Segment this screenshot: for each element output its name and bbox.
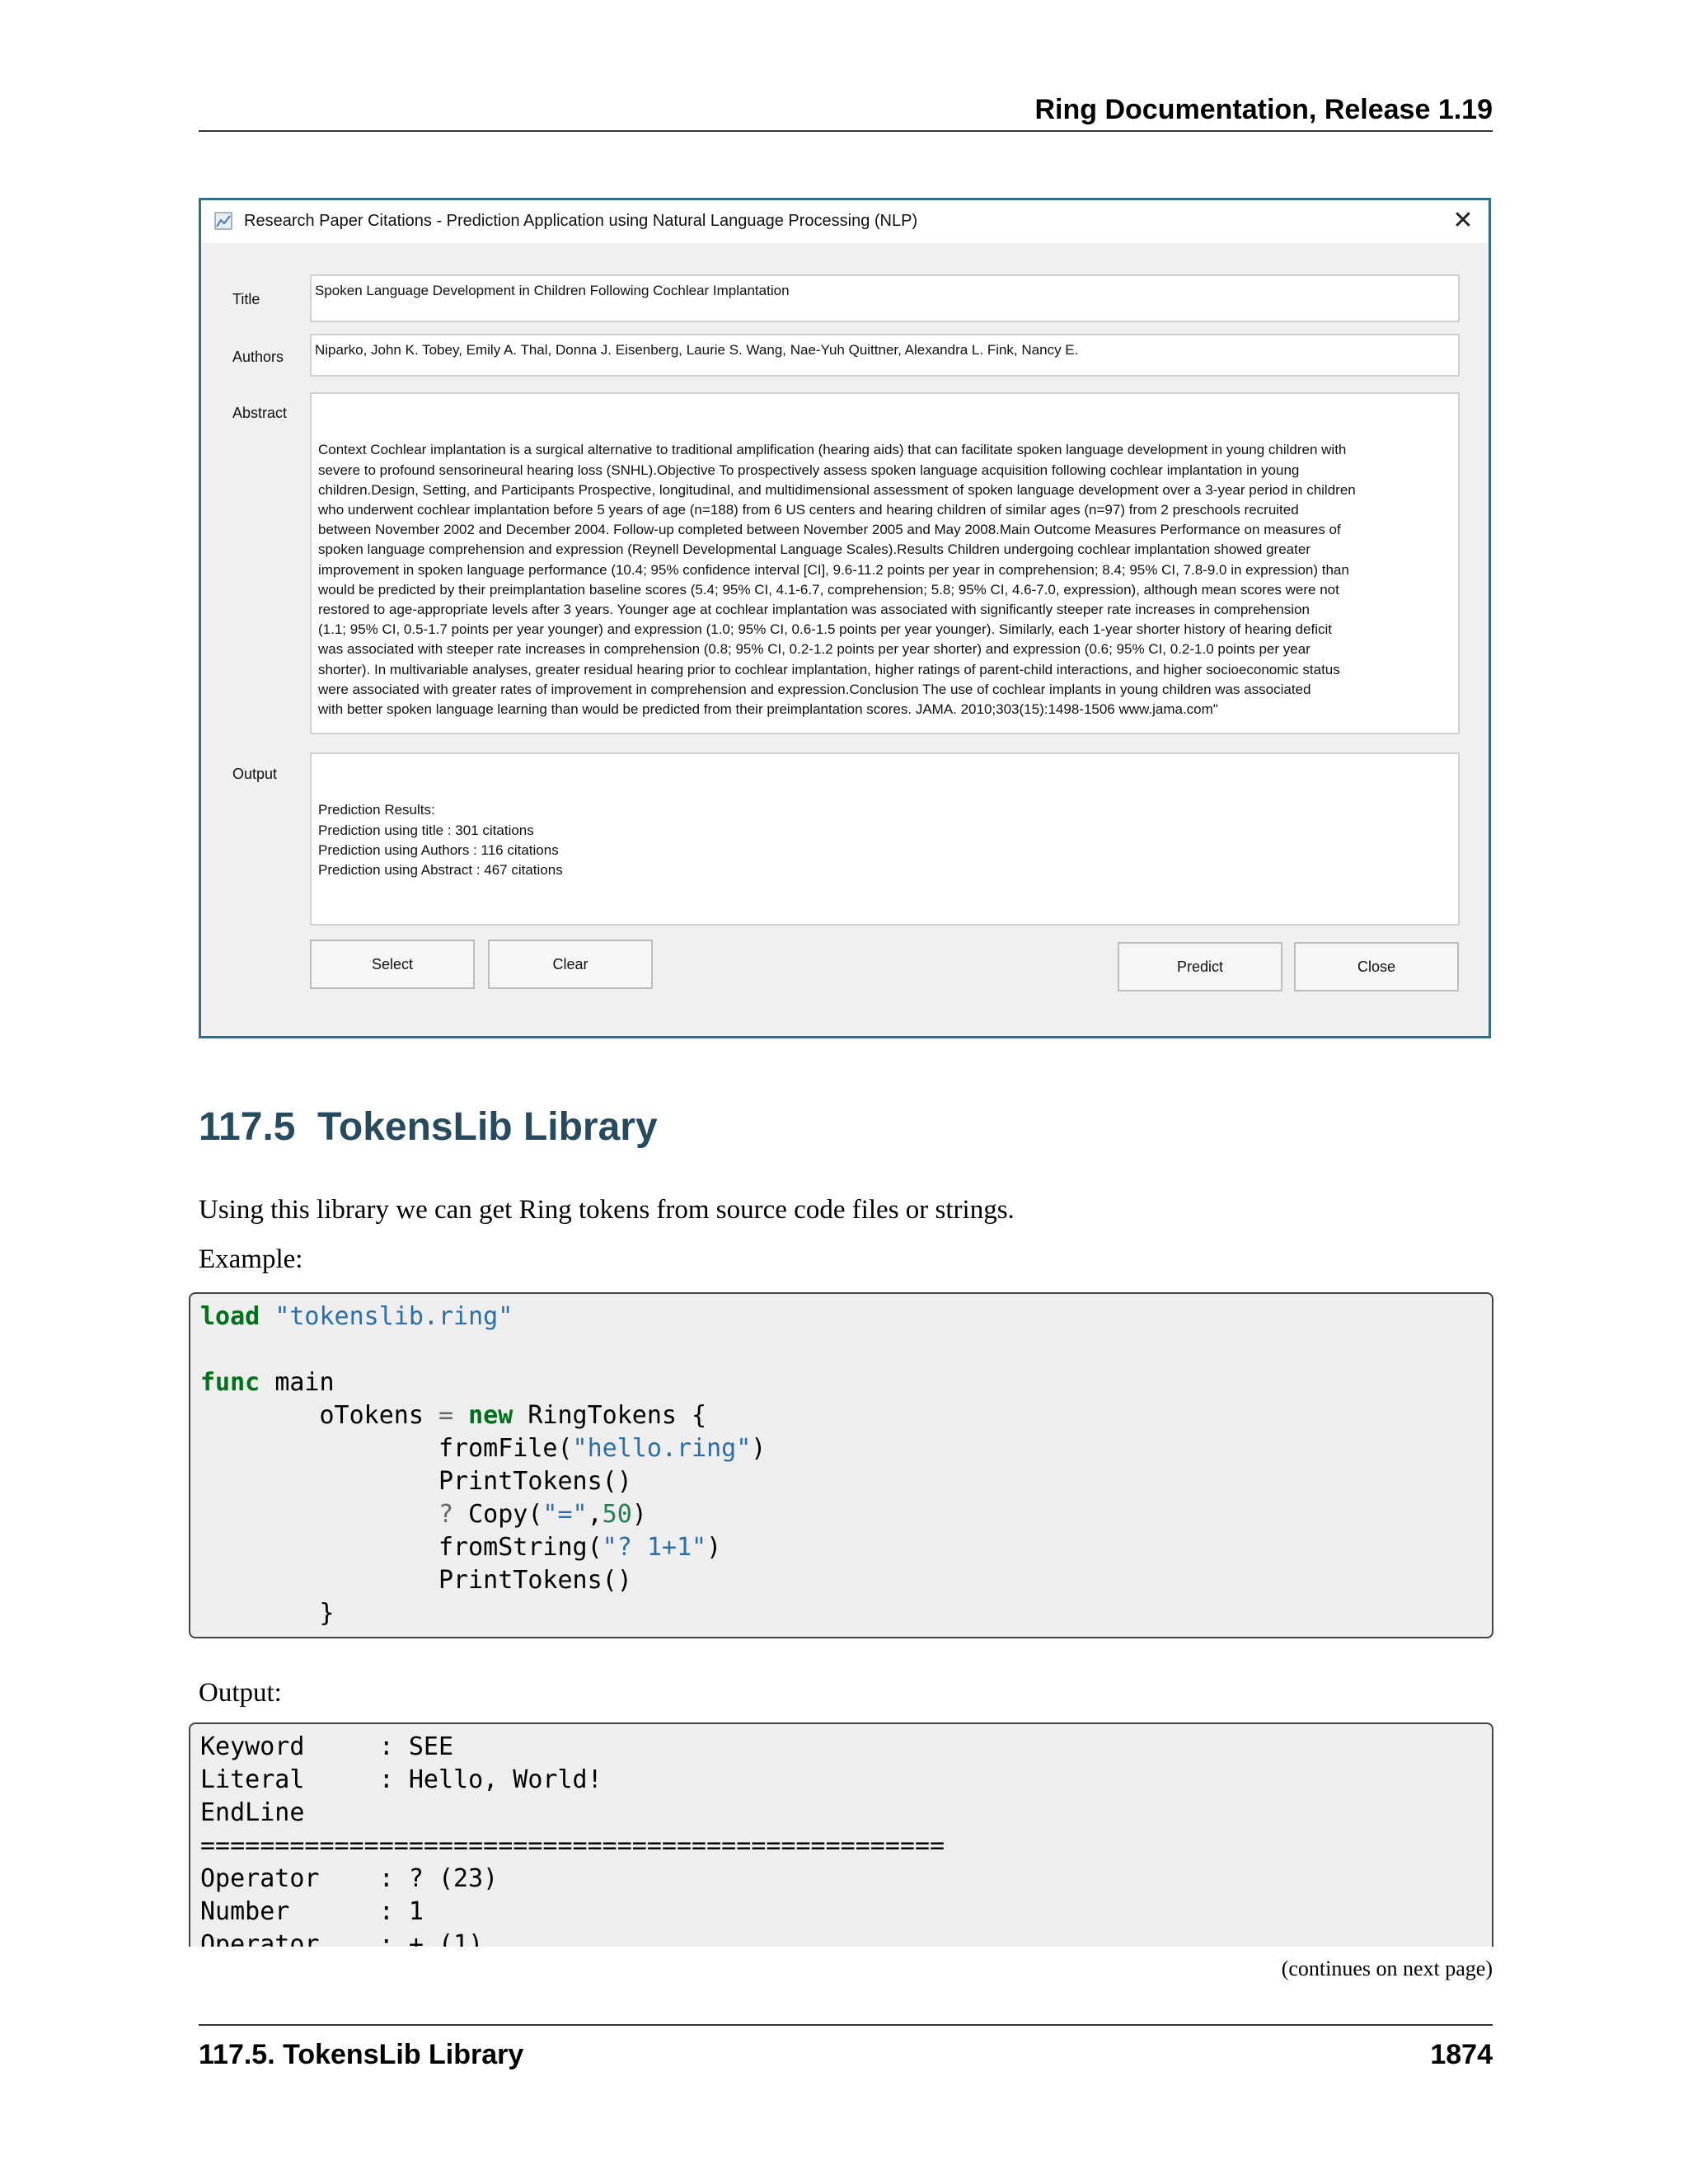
abstract-line: spoken language comprehension and expres…: [318, 541, 1311, 558]
code-token: new: [468, 1401, 513, 1430]
abstract-line: with better spoken language learning tha…: [318, 701, 1218, 718]
code-token: ): [631, 1500, 647, 1529]
section-title: TokensLib Library: [317, 1105, 658, 1149]
abstract-label: Abstract: [232, 405, 288, 421]
output-label: Output: [232, 766, 278, 782]
close-icon[interactable]: ✕: [1449, 207, 1477, 235]
abstract-line: between November 2002 and December 2004.…: [318, 522, 1341, 538]
code-example: load "tokenslib.ring" func main oTokens …: [189, 1292, 1493, 1638]
code-token: func: [200, 1368, 260, 1397]
output-block-line: Number : 1: [200, 1897, 424, 1926]
code-token: fromString(: [438, 1533, 603, 1562]
page-header: Ring Documentation, Release 1.19: [199, 91, 1493, 132]
abstract-line: children.Design, Setting, and Participan…: [318, 481, 1356, 498]
code-token: ?: [438, 1500, 454, 1529]
output-label-text: Output:: [199, 1678, 282, 1708]
output-block-line: EndLine: [200, 1798, 305, 1827]
abstract-line: shorter). In multivariable analyses, gre…: [318, 661, 1340, 677]
abstract-line: restored to age-appropriate levels after…: [318, 602, 1310, 618]
output-field[interactable]: Prediction Results: Prediction using titl…: [310, 752, 1460, 926]
abstract-line: Context Cochlear implantation is a surgi…: [318, 442, 1347, 458]
output-block-line: Keyword : SEE: [200, 1732, 454, 1761]
clear-button[interactable]: Clear: [488, 940, 653, 989]
code-token: Copy(: [468, 1500, 543, 1529]
code-token: =: [438, 1401, 454, 1430]
document-title: Ring Documentation, Release 1.19: [1034, 94, 1493, 125]
code-token: PrintTokens(): [438, 1467, 632, 1496]
code-token: RingTokens {: [528, 1401, 707, 1430]
code-token: 50: [602, 1500, 632, 1529]
code-token: }: [319, 1599, 335, 1628]
app-icon: [214, 212, 232, 230]
title-label: Title: [232, 291, 260, 307]
code-token: ,: [587, 1500, 603, 1529]
code-token: main: [274, 1368, 335, 1397]
code-token: oTokens: [319, 1401, 424, 1430]
output-block-line: Operator : + (1): [200, 1930, 484, 1947]
abstract-line: severe to profound sensorineural hearing…: [318, 462, 1300, 478]
abstract-line: were associated with greater rates of im…: [318, 681, 1311, 697]
abstract-line: would be predicted by their preimplantat…: [318, 581, 1339, 598]
continues-note: (continues on next page): [1281, 1957, 1493, 1980]
authors-field[interactable]: Niparko, John K. Tobey, Emily A. Thal, D…: [310, 334, 1460, 377]
abstract-line: improvement in spoken language performan…: [318, 561, 1349, 578]
code-token: "? 1+1": [602, 1533, 707, 1562]
output-block-line: ========================================…: [200, 1831, 945, 1860]
code-token: fromFile(: [438, 1434, 573, 1463]
abstract-field[interactable]: Context Cochlear implantation is a surgi…: [310, 392, 1460, 734]
output-block-line: Operator : ? (23): [200, 1864, 499, 1893]
output-line: Prediction using title : 301 citations: [318, 822, 534, 838]
app-window: Research Paper Citations - Prediction Ap…: [199, 198, 1491, 1038]
abstract-line: was associated with steeper rate increas…: [318, 641, 1311, 658]
output-line: Prediction Results:: [318, 802, 435, 818]
authors-label: Authors: [232, 349, 284, 365]
page-number: 1874: [1430, 2039, 1493, 2070]
output-text: Prediction Results: Prediction using titl…: [318, 800, 1451, 880]
close-button[interactable]: Close: [1294, 942, 1459, 991]
title-field[interactable]: Spoken Language Development in Children …: [310, 274, 1460, 322]
code-token: PrintTokens(): [438, 1566, 632, 1595]
code-token: "tokenslib.ring": [274, 1302, 513, 1331]
code-token: "=": [542, 1500, 588, 1529]
example-label: Example:: [199, 1244, 303, 1274]
output-line: Prediction using Authors : 116 citations: [318, 841, 559, 858]
section-heading: 117.5 TokensLib Library: [199, 1104, 658, 1150]
section-number: 117.5: [199, 1105, 296, 1149]
code-token: ): [751, 1434, 767, 1463]
window-titlebar: Research Paper Citations - Prediction Ap…: [201, 200, 1489, 243]
abstract-line: (1.1; 95% CI, 0.5-1.7 points per year yo…: [318, 621, 1332, 638]
window-title: Research Paper Citations - Prediction Ap…: [244, 212, 918, 230]
page-footer: 117.5. TokensLib Library 1874: [199, 2024, 1493, 2075]
footer-section: 117.5. TokensLib Library: [199, 2039, 524, 2070]
code-token: ): [706, 1533, 722, 1562]
output-line: Prediction using Abstract : 467 citation…: [318, 862, 563, 879]
intro-paragraph: Using this library we can get Ring token…: [199, 1195, 1015, 1225]
output-block-lines: Keyword : SEE Literal : Hello, World! EndL…: [200, 1731, 1482, 1947]
abstract-text: Context Cochlear implantation is a surgi…: [318, 440, 1451, 719]
output-code-block: Keyword : SEE Literal : Hello, World! EndL…: [189, 1722, 1493, 1947]
predict-button[interactable]: Predict: [1118, 942, 1282, 991]
code-token: "hello.ring": [572, 1434, 752, 1463]
output-block-line: Literal : Hello, World!: [200, 1765, 603, 1794]
select-button[interactable]: Select: [310, 940, 475, 989]
abstract-line: who underwent cochlear implantation befo…: [318, 502, 1299, 518]
code-token: load: [200, 1302, 260, 1331]
